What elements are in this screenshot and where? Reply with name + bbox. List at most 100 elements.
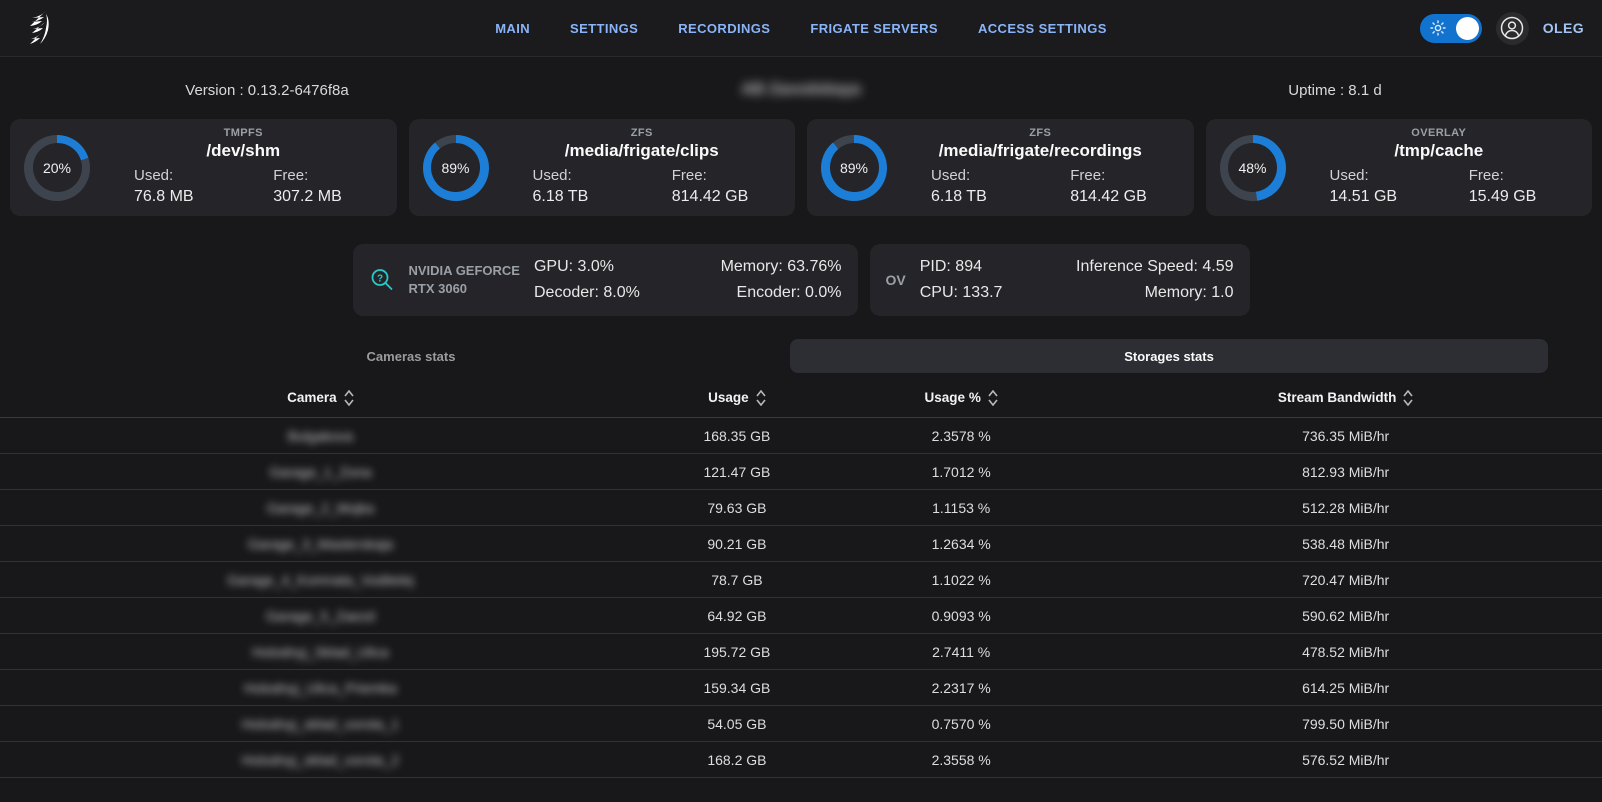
stat-line: Memory: 63.76% [721,254,842,280]
column-header-stream-bandwidth[interactable]: Stream Bandwidth [1089,390,1602,406]
gpu-detector-icon: ? [369,267,395,293]
nav-link-recordings[interactable]: RECORDINGS [678,21,770,36]
nav-menu: MAIN SETTINGS RECORDINGS FRIGATE SERVERS… [0,21,1602,36]
nav-link-settings[interactable]: SETTINGS [570,21,638,36]
free-label: Free: [273,165,382,186]
usage-percent-cell: 0.7570 % [833,716,1089,732]
camera-name-blurred: Bulgakova [0,428,641,444]
storage-card: 48% OVERLAY /tmp/cache Used: 14.51 GB Fr… [1206,119,1593,216]
stat-line: Decoder: 8.0% [534,280,640,306]
usage-percent-cell: 2.7411 % [833,644,1089,660]
sort-icon[interactable] [756,390,766,406]
stat-line: Memory: 1.0 [1076,280,1233,306]
info-bar: Version : 0.13.2-6476f8a AB Zavodskaya U… [0,57,1602,115]
column-header-camera[interactable]: Camera [0,390,641,406]
storage-cards: 20% TMPFS /dev/shm Used: 76.8 MB Free: 3… [10,119,1592,216]
usage-donut-chart: 89% [821,135,887,201]
used-label: Used: [1330,165,1439,186]
nav-link-frigate-servers[interactable]: FRIGATE SERVERS [810,21,938,36]
camera-name-blurred: Holodnyj_sklad_vorota_1 [0,716,641,732]
usage-cell: 90.21 GB [641,536,833,552]
stat-line: PID: 894 [920,254,1003,280]
storages-stats-table: Camera Usage Usage % [0,378,1602,778]
sort-icon[interactable] [344,390,354,406]
camera-name-blurred: Garage_4_Komnata_Voditelej [0,572,641,588]
usage-cell: 168.35 GB [641,428,833,444]
camera-name-blurred: Garage_1_Zona [0,464,641,480]
usage-percent-cell: 1.7012 % [833,464,1089,480]
detector-stats-right: Inference Speed: 4.59Memory: 1.0 [1076,254,1233,306]
column-header-usage[interactable]: Usage [641,390,833,406]
stat-line: GPU: 3.0% [534,254,640,280]
storage-card: 89% ZFS /media/frigate/recordings Used: … [807,119,1194,216]
used-value: 76.8 MB [134,186,243,208]
used-value: 14.51 GB [1330,186,1439,208]
bandwidth-cell: 736.35 MiB/hr [1089,428,1602,444]
used-label: Used: [533,165,642,186]
user-avatar-icon[interactable] [1496,12,1529,45]
version-label: Version : 0.13.2-6476f8a [0,82,534,99]
used-value: 6.18 TB [931,186,1040,208]
theme-toggle[interactable] [1420,14,1482,43]
camera-name-blurred: Holodnyj_sklad_vorota_2 [0,752,641,768]
usage-percent-cell: 2.3558 % [833,752,1089,768]
usage-percent-cell: 2.3578 % [833,428,1089,444]
tab-cameras-stats[interactable]: Cameras stats [32,339,790,373]
detector-card: OV PID: 894CPU: 133.7 Inference Speed: 4… [870,244,1250,316]
free-label: Free: [1070,165,1179,186]
nav-right: OLEG [1420,12,1584,45]
table-header-row: Camera Usage Usage % [0,378,1602,418]
camera-name-blurred: Garage_3_Masterskaja [0,536,641,552]
free-value: 15.49 GB [1469,186,1578,208]
usage-percent: 20% [43,160,71,176]
table-row: Garage_1_Zona 121.47 GB 1.7012 % 812.93 … [0,454,1602,490]
detector-label: OV [886,272,906,288]
usage-percent-cell: 1.1153 % [833,500,1089,516]
mount-path: /media/frigate/clips [503,141,782,161]
bandwidth-cell: 799.50 MiB/hr [1089,716,1602,732]
free-value: 307.2 MB [273,186,382,208]
table-row: Holodnyj_Ulica_Priemka 159.34 GB 2.2317 … [0,670,1602,706]
used-label: Used: [134,165,243,186]
uptime-label: Uptime : 8.1 d [1068,82,1602,99]
fs-type-label: ZFS [503,127,782,139]
sort-icon[interactable] [1403,390,1413,406]
bandwidth-cell: 478.52 MiB/hr [1089,644,1602,660]
fs-type-label: OVERLAY [1300,127,1579,139]
table-row: Garage_5_Zaezd 64.92 GB 0.9093 % 590.62 … [0,598,1602,634]
used-value: 6.18 TB [533,186,642,208]
user-name[interactable]: OLEG [1543,20,1584,36]
sort-icon[interactable] [988,390,998,406]
table-row: Holodnyj_sklad_vorota_1 54.05 GB 0.7570 … [0,706,1602,742]
table-row: Holodnyj_sklad_vorota_2 168.2 GB 2.3558 … [0,742,1602,778]
nav-link-access-settings[interactable]: ACCESS SETTINGS [978,21,1107,36]
usage-percent-cell: 2.2317 % [833,680,1089,696]
site-title-blurred: AB Zavodskaya [741,81,860,98]
table-body: Bulgakova 168.35 GB 2.3578 % 736.35 MiB/… [0,418,1602,778]
usage-cell: 78.7 GB [641,572,833,588]
storage-card: 20% TMPFS /dev/shm Used: 76.8 MB Free: 3… [10,119,397,216]
usage-cell: 64.92 GB [641,608,833,624]
frigate-logo-icon[interactable] [18,6,62,50]
tab-storages-stats[interactable]: Storages stats [790,339,1548,373]
camera-name-blurred: Holodnyj_Sklad_Ulica [0,644,641,660]
usage-cell: 79.63 GB [641,500,833,516]
stat-line: Encoder: 0.0% [721,280,842,306]
fs-type-label: TMPFS [104,127,383,139]
usage-cell: 168.2 GB [641,752,833,768]
stat-line: Inference Speed: 4.59 [1076,254,1233,280]
toggle-knob[interactable] [1456,17,1479,40]
bandwidth-cell: 538.48 MiB/hr [1089,536,1602,552]
table-row: Bulgakova 168.35 GB 2.3578 % 736.35 MiB/… [0,418,1602,454]
detector-stats-left: PID: 894CPU: 133.7 [920,254,1003,306]
usage-percent-cell: 0.9093 % [833,608,1089,624]
column-header-usage[interactable]: Usage % [833,390,1089,406]
bandwidth-cell: 590.62 MiB/hr [1089,608,1602,624]
camera-name-blurred: Holodnyj_Ulica_Priemka [0,680,641,696]
usage-cell: 121.47 GB [641,464,833,480]
table-row: Holodnyj_Sklad_Ulica 195.72 GB 2.7411 % … [0,634,1602,670]
usage-cell: 195.72 GB [641,644,833,660]
nav-link-main[interactable]: MAIN [495,21,530,36]
gpu-card: ? NVIDIA GEFORCE RTX 3060 GPU: 3.0%Decod… [353,244,858,316]
svg-text:?: ? [376,273,382,284]
